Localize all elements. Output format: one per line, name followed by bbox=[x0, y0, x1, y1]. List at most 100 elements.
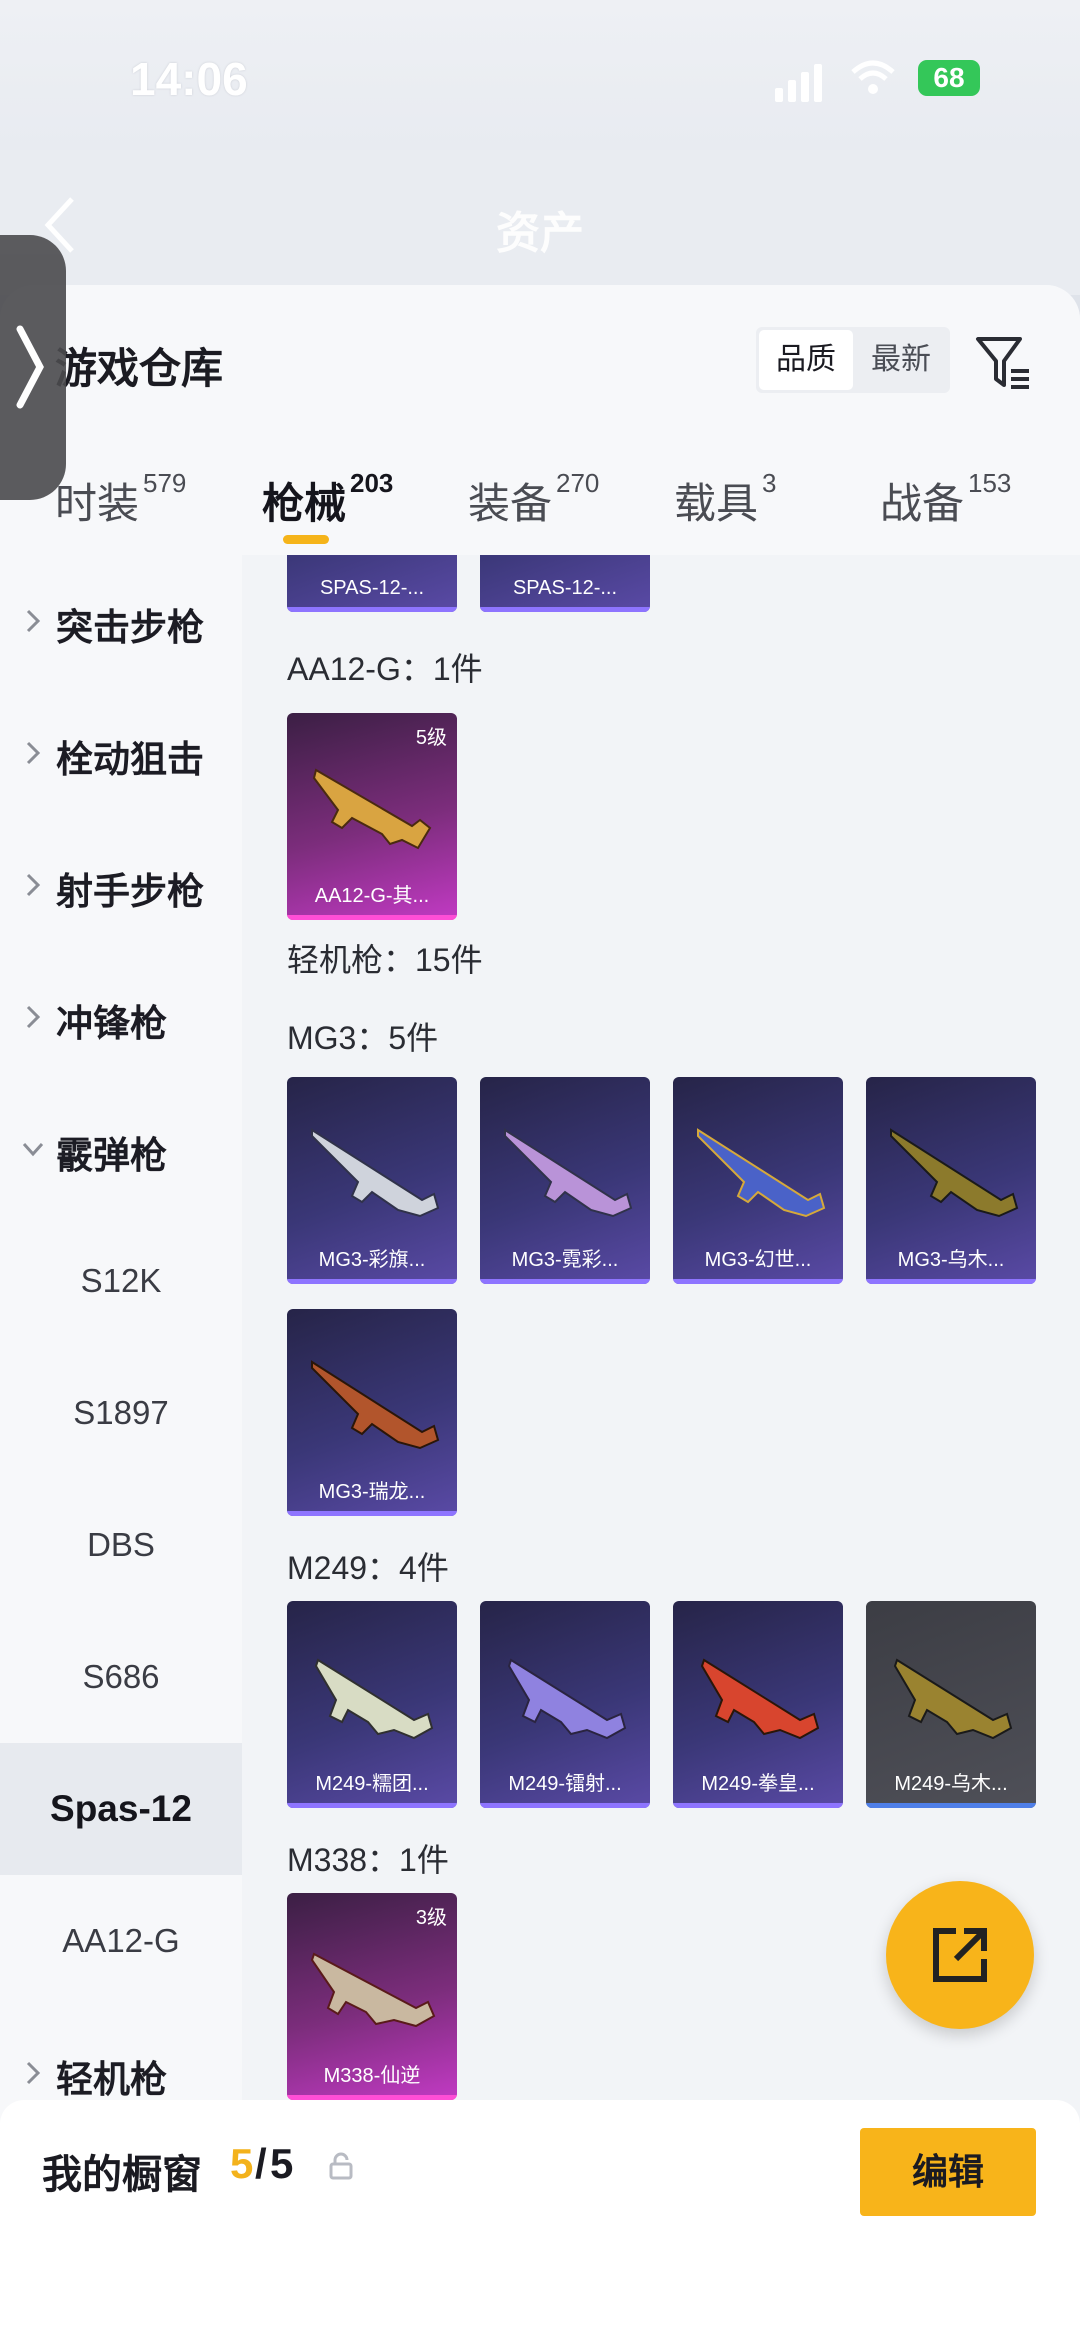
tab-equipment[interactable]: 装备 270 bbox=[468, 468, 600, 550]
tab-label: 时装 bbox=[55, 480, 140, 527]
section-title-lmg: 轻机枪：15件 bbox=[287, 942, 483, 978]
showcase-bar: 我的橱窗 5 / 5 编辑 bbox=[0, 2100, 1080, 2341]
tab-count: 153 bbox=[968, 468, 1012, 498]
showcase-total-count: 5 bbox=[270, 2140, 294, 2187]
sidebar-sub-spas-12[interactable]: Spas-12 bbox=[0, 1743, 242, 1875]
sidebar-item-shotgun[interactable]: 霰弹枪 bbox=[0, 1083, 242, 1215]
share-icon bbox=[933, 1928, 987, 1982]
weapon-card[interactable]: MG3-瑞龙... bbox=[287, 1309, 457, 1516]
machine-gun-icon bbox=[504, 1128, 633, 1218]
weapon-card[interactable]: MG3-幻世... bbox=[673, 1077, 843, 1284]
sort-by-quality-button[interactable]: 品质 bbox=[759, 330, 853, 390]
tab-vehicles[interactable]: 载具 3 bbox=[674, 468, 776, 550]
rarity-bar bbox=[287, 607, 457, 612]
wifi-icon bbox=[851, 60, 895, 94]
sort-by-latest-button[interactable]: 最新 bbox=[854, 330, 948, 390]
sidebar-item-label: 轻机枪 bbox=[56, 2059, 167, 2100]
chevron-right-icon bbox=[26, 741, 41, 765]
tab-label: 载具 bbox=[674, 480, 759, 527]
sidebar-item-bolt-sniper[interactable]: 栓动狙击 bbox=[0, 687, 242, 819]
weapon-card[interactable]: M249-拳皇... bbox=[673, 1601, 843, 1808]
sidebar-sub-dbs[interactable]: DBS bbox=[0, 1479, 242, 1611]
side-drawer-handle[interactable] bbox=[0, 235, 66, 500]
battery-indicator: 68 bbox=[918, 60, 980, 96]
rarity-bar bbox=[673, 1279, 843, 1284]
sidebar-sub-s12k[interactable]: S12K bbox=[0, 1215, 242, 1347]
weapon-card[interactable]: SPAS-12-... bbox=[287, 555, 457, 612]
weapon-card-caption: MG3-瑞龙... bbox=[318, 1481, 426, 1503]
weapon-level-badge: 3级 bbox=[415, 1907, 447, 1929]
sidebar-item-label: 冲锋枪 bbox=[56, 1003, 167, 1044]
sidebar-item-label: 栓动狙击 bbox=[56, 739, 204, 780]
rarity-bar bbox=[287, 915, 457, 920]
section-title-aa12-g: AA12-G：1件 bbox=[287, 651, 483, 687]
weapon-card[interactable]: MG3-彩旗... bbox=[287, 1077, 457, 1284]
chevron-right-icon bbox=[26, 1005, 41, 1029]
chevron-right-icon bbox=[26, 2061, 41, 2085]
weapon-card-caption: SPAS-12-... bbox=[319, 577, 425, 599]
filter-icon[interactable] bbox=[975, 333, 1031, 393]
edit-button[interactable]: 编辑 bbox=[860, 2128, 1036, 2216]
sidebar-sub-s686[interactable]: S686 bbox=[0, 1611, 242, 1743]
chevron-down-icon bbox=[22, 1142, 44, 1157]
machine-gun-icon bbox=[311, 1360, 440, 1450]
sidebar-item-label: 射手步枪 bbox=[56, 871, 204, 912]
sidebar-item-assault-rifle[interactable]: 突击步枪 bbox=[0, 555, 242, 687]
weapon-card-caption: M249-糯团... bbox=[315, 1773, 429, 1795]
showcase-label: 我的橱窗 bbox=[42, 2153, 202, 2197]
machine-gun-icon bbox=[310, 1952, 436, 2028]
machine-gun-icon bbox=[311, 1128, 440, 1218]
tab-count: 203 bbox=[350, 468, 394, 498]
showcase-used-count: 5 bbox=[230, 2140, 254, 2187]
tab-supplies[interactable]: 战备 153 bbox=[880, 468, 1012, 550]
rarity-bar bbox=[866, 1803, 1036, 1808]
rarity-bar bbox=[866, 1279, 1036, 1284]
sidebar-item-label: 霰弹枪 bbox=[56, 1135, 167, 1176]
rarity-bar bbox=[480, 1279, 650, 1284]
sidebar-item-smg[interactable]: 冲锋枪 bbox=[0, 951, 242, 1083]
sidebar-sub-aa12-g[interactable]: AA12-G bbox=[0, 1875, 242, 2007]
shotgun-icon bbox=[312, 768, 432, 850]
status-bar: 14:06 68 bbox=[0, 0, 1080, 150]
game-warehouse-sheet: 游戏仓库 品质 最新 时装 579 枪械 203 装备 270 载具 3 战备 153 突… bbox=[0, 285, 1080, 2341]
weapon-grid: SPAS-12-... SPAS-12-... AA12-G：1件 5级 AA1… bbox=[242, 555, 1080, 2341]
machine-gun-icon bbox=[314, 1658, 434, 1740]
chevron-right-icon bbox=[16, 325, 44, 409]
weapon-card[interactable]: MG3-乌木... bbox=[866, 1077, 1036, 1284]
weapon-category-sidebar: 突击步枪 栓动狙击 射手步枪 冲锋枪 霰弹枪 S12K S1897 DBS S6… bbox=[0, 555, 242, 2341]
weapon-card[interactable]: 5级 AA12-G-其... bbox=[287, 713, 457, 920]
sheet-header: 游戏仓库 品质 最新 时装 579 枪械 203 装备 270 载具 3 战备 153 bbox=[0, 285, 1080, 555]
sidebar-item-label: 突击步枪 bbox=[56, 607, 204, 648]
sidebar-sub-s1897[interactable]: S1897 bbox=[0, 1347, 242, 1479]
weapon-card-caption: M338-仙逆 bbox=[323, 2065, 421, 2087]
rarity-bar bbox=[287, 1279, 457, 1284]
category-tabs: 时装 579 枪械 203 装备 270 载具 3 战备 153 bbox=[0, 468, 1080, 550]
weapon-card-caption: SPAS-12-... bbox=[512, 577, 618, 599]
rarity-bar bbox=[673, 1803, 843, 1808]
machine-gun-icon bbox=[700, 1658, 820, 1740]
weapon-level-badge: 5级 bbox=[415, 727, 447, 749]
weapon-card-caption: M249-镭射... bbox=[508, 1773, 622, 1795]
sort-toggle: 品质 最新 bbox=[756, 327, 950, 393]
sidebar-item-marksman-rifle[interactable]: 射手步枪 bbox=[0, 819, 242, 951]
rarity-bar bbox=[480, 607, 650, 612]
weapon-card[interactable]: SPAS-12-... bbox=[480, 555, 650, 612]
rarity-bar bbox=[480, 1803, 650, 1808]
machine-gun-icon bbox=[890, 1128, 1019, 1218]
weapon-card-caption: M249-拳皇... bbox=[701, 1773, 815, 1795]
weapon-card[interactable]: M249-镭射... bbox=[480, 1601, 650, 1808]
tab-skins[interactable]: 时装 579 bbox=[55, 468, 187, 550]
section-title-m249: M249：4件 bbox=[287, 1550, 449, 1586]
tab-count: 270 bbox=[556, 468, 600, 498]
chevron-right-icon bbox=[26, 873, 41, 897]
weapon-card-caption: MG3-乌木... bbox=[897, 1249, 1005, 1271]
weapon-card[interactable]: 3级 M338-仙逆 bbox=[287, 1893, 457, 2100]
share-button[interactable] bbox=[886, 1881, 1034, 2029]
weapon-card[interactable]: MG3-霓彩... bbox=[480, 1077, 650, 1284]
tab-count: 579 bbox=[143, 468, 187, 498]
tab-label: 枪械 bbox=[262, 480, 347, 527]
tab-label: 战备 bbox=[880, 480, 965, 527]
weapon-card[interactable]: M249-糯团... bbox=[287, 1601, 457, 1808]
weapon-card[interactable]: M249-乌木... bbox=[866, 1601, 1036, 1808]
rarity-bar bbox=[287, 1803, 457, 1808]
